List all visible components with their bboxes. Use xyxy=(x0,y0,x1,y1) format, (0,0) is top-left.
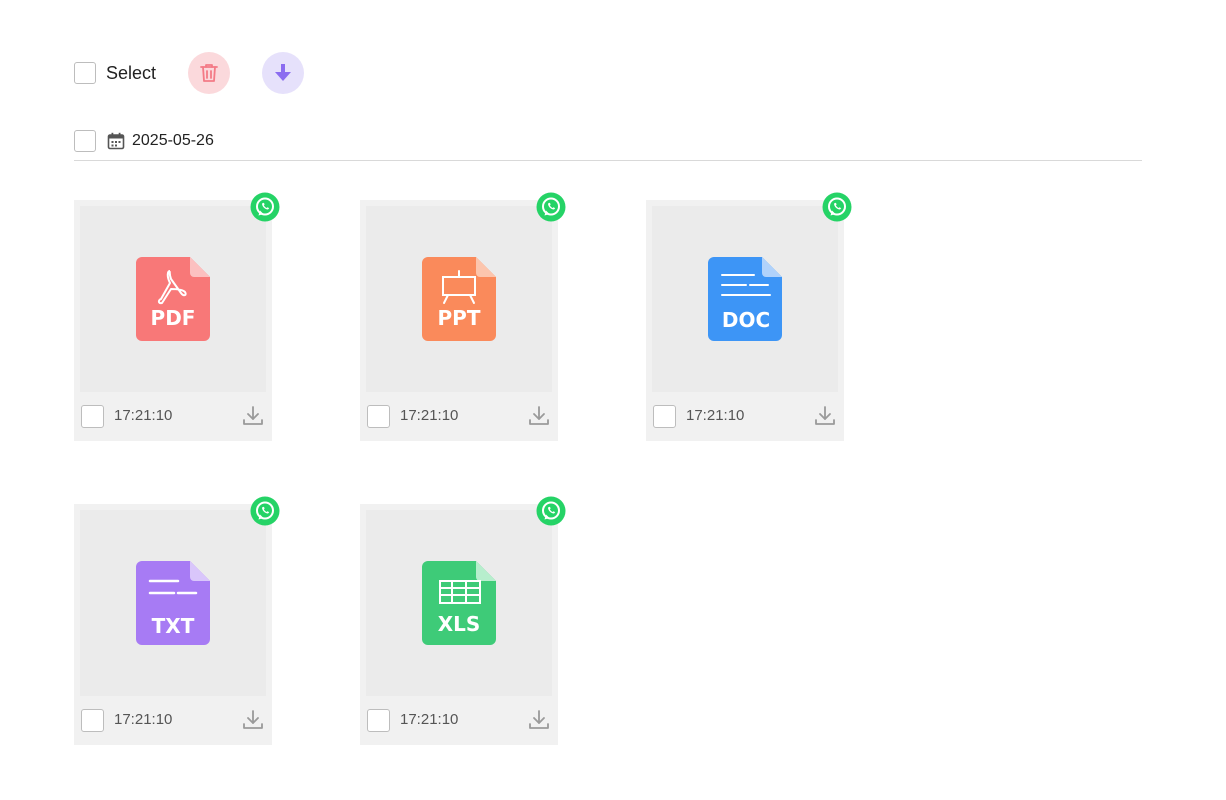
file-card[interactable]: DOC 17:21:10 xyxy=(646,192,852,441)
file-thumbnail[interactable]: PPT xyxy=(366,206,552,392)
file-card[interactable]: PPT 17:21:10 xyxy=(360,192,566,441)
toolbar: Select xyxy=(74,52,305,94)
file-thumbnail[interactable]: DOC xyxy=(652,206,838,392)
file-list-page: Select 2025-05-26 PDF 17:21:10 PPT 17:21… xyxy=(0,0,1226,800)
whatsapp-icon xyxy=(250,496,280,526)
file-thumbnail[interactable]: TXT xyxy=(80,510,266,696)
download-icon[interactable] xyxy=(241,708,265,732)
download-icon[interactable] xyxy=(241,404,265,428)
whatsapp-icon xyxy=(250,192,280,222)
file-thumbnail[interactable]: PDF xyxy=(80,206,266,392)
file-card-footer: 17:21:10 xyxy=(360,696,558,745)
file-time: 17:21:10 xyxy=(114,711,173,728)
ppt-file-icon: PPT xyxy=(422,257,496,341)
arrow-down-icon xyxy=(275,64,292,81)
file-time: 17:21:10 xyxy=(114,407,173,424)
whatsapp-icon xyxy=(536,192,566,222)
txt-file-icon: TXT xyxy=(136,561,210,645)
svg-text:XLS: XLS xyxy=(438,612,481,636)
select-all-checkbox[interactable] xyxy=(74,62,96,84)
whatsapp-icon xyxy=(536,496,566,526)
file-card-footer: 17:21:10 xyxy=(360,392,558,441)
download-icon[interactable] xyxy=(527,708,551,732)
file-checkbox[interactable] xyxy=(367,405,390,428)
svg-text:TXT: TXT xyxy=(152,614,195,638)
svg-text:PPT: PPT xyxy=(438,306,481,330)
download-button[interactable] xyxy=(262,52,305,94)
trash-icon xyxy=(200,64,218,82)
file-card-footer: 17:21:10 xyxy=(74,696,272,745)
file-card[interactable]: XLS 17:21:10 xyxy=(360,496,566,745)
date-group-header: 2025-05-26 xyxy=(74,130,1142,161)
download-icon[interactable] xyxy=(527,404,551,428)
file-thumbnail[interactable]: XLS xyxy=(366,510,552,696)
file-checkbox[interactable] xyxy=(653,405,676,428)
xls-file-icon: XLS xyxy=(422,561,496,645)
file-time: 17:21:10 xyxy=(686,407,745,424)
download-icon[interactable] xyxy=(813,404,837,428)
whatsapp-icon xyxy=(822,192,852,222)
calendar-icon xyxy=(107,132,125,150)
svg-text:PDF: PDF xyxy=(151,306,196,330)
pdf-file-icon: PDF xyxy=(136,257,210,341)
file-card[interactable]: TXT 17:21:10 xyxy=(74,496,280,745)
delete-button[interactable] xyxy=(188,52,231,94)
doc-file-icon: DOC xyxy=(708,257,782,341)
group-date: 2025-05-26 xyxy=(132,132,214,149)
file-checkbox[interactable] xyxy=(367,709,390,732)
file-checkbox[interactable] xyxy=(81,709,104,732)
svg-text:DOC: DOC xyxy=(722,308,770,332)
file-time: 17:21:10 xyxy=(400,711,459,728)
file-checkbox[interactable] xyxy=(81,405,104,428)
date-group-checkbox[interactable] xyxy=(74,130,96,152)
select-label[interactable]: Select xyxy=(106,63,156,84)
file-card-footer: 17:21:10 xyxy=(646,392,844,441)
file-card[interactable]: PDF 17:21:10 xyxy=(74,192,280,441)
file-time: 17:21:10 xyxy=(400,407,459,424)
file-card-footer: 17:21:10 xyxy=(74,392,272,441)
